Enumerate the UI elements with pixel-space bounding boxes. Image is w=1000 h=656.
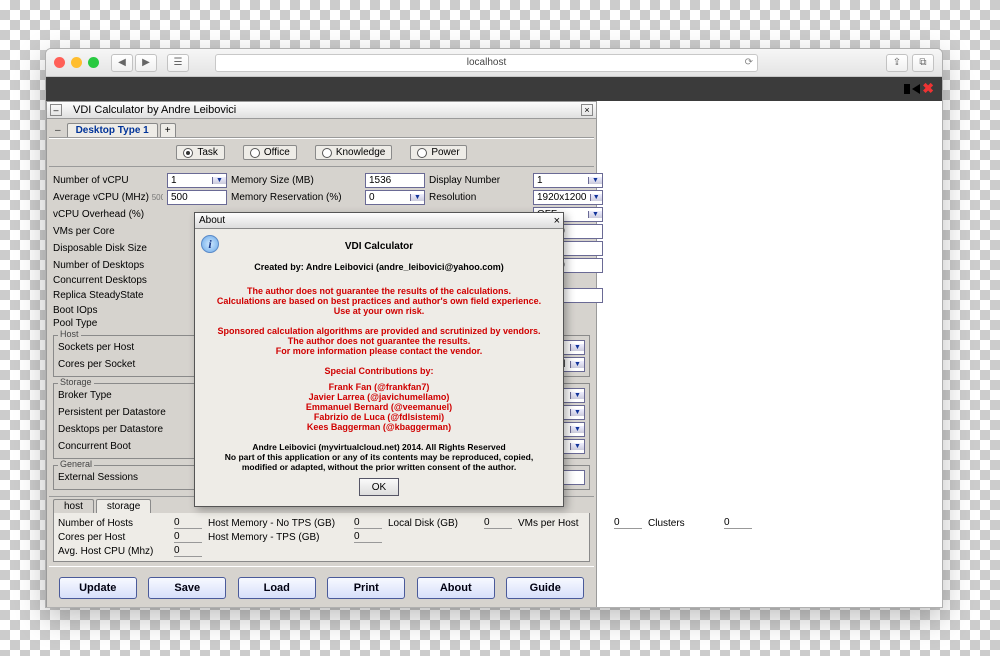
lbl: vCPU Overhead (%) — [53, 209, 163, 220]
about-dialog: About × i VDI Calculator Created by: And… — [194, 212, 564, 507]
lbl: Memory Size (MB) — [231, 175, 361, 186]
window-min-icon[interactable] — [71, 57, 82, 68]
about-ok-button[interactable]: OK — [359, 478, 399, 496]
lbl: Cores per Socket — [58, 359, 198, 370]
forward-button[interactable]: ▶ — [135, 54, 157, 72]
workload-knowledge[interactable]: Knowledge — [315, 145, 392, 160]
page-topbar: ✖ — [46, 77, 942, 101]
button-row: Update Save Load Print About Guide — [49, 566, 594, 605]
workload-task[interactable]: Task — [176, 145, 225, 160]
radio-icon — [417, 148, 427, 158]
load-button[interactable]: Load — [238, 577, 316, 599]
radio-icon — [183, 148, 193, 158]
save-button[interactable]: Save — [148, 577, 226, 599]
app-title: VDI Calculator by Andre Leibovici — [73, 104, 236, 116]
share-button[interactable]: ⇪ — [886, 54, 908, 72]
chevron-down-icon: ▼ — [590, 194, 603, 201]
tab-add-button[interactable]: + — [160, 123, 176, 137]
lbl: Memory Reservation (%) — [231, 192, 361, 203]
workload-office[interactable]: Office — [243, 145, 297, 160]
lbl: Display Number — [429, 175, 529, 186]
radio-icon — [322, 148, 332, 158]
browser-chrome: ◀ ▶ ☰ localhost ⟳ ⇪ ⧉ — [46, 49, 942, 77]
about-title-text: About — [199, 215, 225, 226]
chevron-down-icon: ▼ — [570, 409, 584, 416]
lbl: Number of Desktops — [53, 260, 163, 271]
workload-radio-group: Task Office Knowledge Power — [49, 138, 594, 167]
nav-buttons: ◀ ▶ — [111, 54, 157, 72]
about-close-icon[interactable]: × — [554, 215, 560, 227]
lbl: Pool Type — [53, 318, 163, 329]
chevron-down-icon: ▼ — [588, 211, 602, 218]
chevron-down-icon: ▼ — [570, 344, 584, 351]
lbl: Broker Type — [58, 390, 198, 401]
window-max-icon[interactable] — [88, 57, 99, 68]
chevron-down-icon: ▼ — [570, 443, 584, 450]
tab-desktop-type-1[interactable]: Desktop Type 1 — [67, 123, 158, 137]
lbl: Concurrent Desktops — [53, 275, 163, 286]
app-minimize-icon[interactable]: – — [50, 104, 62, 116]
lbl: Sockets per Host — [58, 342, 198, 353]
resolution-select[interactable]: 1920x1200▼ — [533, 190, 603, 205]
refresh-icon[interactable]: ⟳ — [745, 57, 753, 68]
mem-size-input[interactable]: 1536 — [365, 173, 425, 188]
back-button[interactable]: ◀ — [111, 54, 133, 72]
results-tab-storage[interactable]: storage — [96, 499, 151, 513]
desktop-type-tabs: – Desktop Type 1 + — [49, 121, 594, 138]
app-titlebar: – VDI Calculator by Andre Leibovici × — [46, 101, 597, 119]
tabs-button[interactable]: ⧉ — [912, 54, 934, 72]
address-bar[interactable]: localhost ⟳ — [215, 54, 758, 72]
traffic-lights — [54, 57, 99, 68]
lbl: Boot IOps — [53, 305, 163, 316]
lbl: Average vCPU (MHz) 500 — [53, 192, 163, 203]
tab-remove-button[interactable]: – — [51, 124, 65, 137]
lbl: Disposable Disk Size — [53, 243, 163, 254]
lbl: VMs per Core — [53, 226, 163, 237]
avg-mhz-input[interactable]: 500 — [167, 190, 227, 205]
info-icon: i — [201, 235, 219, 253]
lbl: Replica SteadyState — [53, 290, 163, 301]
chevron-down-icon: ▼ — [570, 361, 584, 368]
url-text: localhost — [467, 57, 506, 68]
about-created: Created by: Andre Leibovici (andre_leibo… — [205, 262, 553, 272]
sound-muted-icon: ✖ — [904, 80, 934, 97]
chevron-down-icon: ▼ — [212, 177, 226, 184]
workload-power[interactable]: Power — [410, 145, 466, 160]
lbl: Persistent per Datastore — [58, 407, 198, 418]
chevron-down-icon: ▼ — [588, 177, 602, 184]
guide-button[interactable]: Guide — [506, 577, 584, 599]
sidebar-button[interactable]: ☰ — [167, 54, 189, 72]
lbl: External Sessions — [58, 472, 198, 483]
update-button[interactable]: Update — [59, 577, 137, 599]
lbl: Resolution — [429, 192, 529, 203]
print-button[interactable]: Print — [327, 577, 405, 599]
display-num-select[interactable]: 1▼ — [533, 173, 603, 188]
radio-icon — [250, 148, 260, 158]
about-titlebar: About × — [195, 213, 563, 229]
app-close-icon[interactable]: × — [581, 104, 593, 116]
chevron-down-icon: ▼ — [410, 194, 424, 201]
window-close-icon[interactable] — [54, 57, 65, 68]
browser-window: ◀ ▶ ☰ localhost ⟳ ⇪ ⧉ ✖ – VDI Calculator… — [45, 48, 943, 608]
blank-content-area — [599, 124, 940, 605]
chevron-down-icon: ▼ — [570, 426, 584, 433]
lbl: Concurrent Boot — [58, 441, 198, 452]
results-body: Number of Hosts0 Host Memory - No TPS (G… — [53, 513, 590, 562]
lbl: Desktops per Datastore — [58, 424, 198, 435]
lbl: Number of vCPU — [53, 175, 163, 186]
num-vcpu-select[interactable]: 1▼ — [167, 173, 227, 188]
about-heading: VDI Calculator — [205, 241, 553, 252]
results-tab-host[interactable]: host — [53, 499, 94, 513]
mem-res-select[interactable]: 0▼ — [365, 190, 425, 205]
about-button[interactable]: About — [417, 577, 495, 599]
chevron-down-icon: ▼ — [570, 392, 584, 399]
